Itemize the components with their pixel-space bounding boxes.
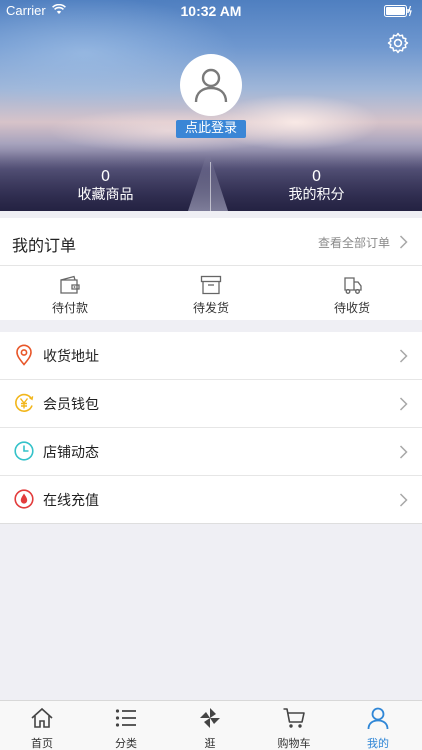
- tab-label: 我的: [367, 737, 389, 750]
- view-all-orders-link[interactable]: 查看全部订单: [318, 234, 390, 251]
- wallet-icon: [60, 275, 80, 294]
- tab-browse[interactable]: 逛: [168, 701, 252, 750]
- menu-item-wallet[interactable]: 会员钱包: [0, 380, 422, 428]
- user-icon: [367, 707, 389, 730]
- menu-item-store-updates[interactable]: 店铺动态: [0, 428, 422, 476]
- profile-header: Carrier 10:32 AM 点此登录 0 收藏商品 0 我的积分: [0, 0, 422, 211]
- favorites-stat[interactable]: 0 收藏商品: [0, 162, 211, 211]
- orders-title: 我的订单: [12, 236, 77, 255]
- location-pin-icon: [16, 344, 32, 366]
- order-status-row: 待付款 待发货 待收货: [0, 266, 422, 320]
- menu-item-address[interactable]: 收货地址: [0, 332, 422, 380]
- gear-icon[interactable]: [386, 31, 410, 55]
- orders-card: 我的订单 查看全部订单 待付款 待发货 待收货: [0, 218, 422, 320]
- menu-item-label: 店铺动态: [43, 445, 99, 461]
- avatar[interactable]: [180, 54, 242, 116]
- chevron-right-icon: [399, 349, 408, 363]
- order-pending-payment[interactable]: 待付款: [0, 266, 140, 320]
- tab-category[interactable]: 分类: [84, 701, 168, 750]
- order-item-label: 待收货: [333, 301, 370, 315]
- tab-label: 首页: [31, 737, 53, 750]
- home-icon: [31, 707, 53, 728]
- recharge-drop-icon: [14, 489, 34, 509]
- tab-label: 分类: [115, 737, 137, 750]
- order-pending-shipment[interactable]: 待发货: [141, 266, 281, 320]
- tab-cart[interactable]: 购物车: [252, 701, 336, 750]
- menu-item-label: 收货地址: [43, 349, 99, 365]
- order-item-label: 待付款: [51, 301, 88, 315]
- menu-item-label: 会员钱包: [43, 397, 99, 413]
- chevron-right-icon: [399, 235, 408, 249]
- profile-menu: 收货地址 会员钱包 店铺动态 在线充值: [0, 332, 422, 524]
- order-pending-receipt[interactable]: 待收货: [282, 266, 422, 320]
- tab-home[interactable]: 首页: [0, 701, 84, 750]
- menu-item-label: 在线充值: [43, 493, 99, 509]
- chevron-right-icon: [399, 397, 408, 411]
- favorites-label: 收藏商品: [77, 187, 134, 203]
- battery-icon: [384, 5, 412, 17]
- tab-bar: 首页 分类 逛 购物车 我的: [0, 700, 422, 750]
- clock-icon: [14, 441, 34, 461]
- cart-icon: [283, 708, 305, 728]
- truck-icon: [344, 277, 362, 294]
- tab-label: 逛: [204, 737, 216, 750]
- list-icon: [115, 709, 136, 727]
- tab-label: 购物车: [277, 737, 311, 750]
- points-stat[interactable]: 0 我的积分: [211, 162, 422, 211]
- pinwheel-icon: [200, 708, 220, 728]
- status-time: 10:32 AM: [180, 3, 242, 19]
- points-label: 我的积分: [288, 187, 345, 203]
- favorites-count: 0: [100, 167, 111, 185]
- chevron-right-icon: [399, 445, 408, 459]
- points-count: 0: [311, 167, 322, 185]
- status-bar: Carrier 10:32 AM: [0, 0, 422, 22]
- box-icon: [200, 275, 222, 295]
- user-silhouette-icon: [194, 68, 228, 103]
- yen-coin-icon: [15, 393, 34, 412]
- menu-item-recharge[interactable]: 在线充值: [0, 476, 422, 524]
- tab-mine[interactable]: 我的: [336, 701, 420, 750]
- profile-stats: 0 收藏商品 0 我的积分: [0, 162, 422, 211]
- order-item-label: 待发货: [192, 301, 229, 315]
- chevron-right-icon: [399, 493, 408, 507]
- login-button[interactable]: 点此登录: [176, 120, 246, 138]
- orders-header[interactable]: 我的订单 查看全部订单: [0, 218, 422, 266]
